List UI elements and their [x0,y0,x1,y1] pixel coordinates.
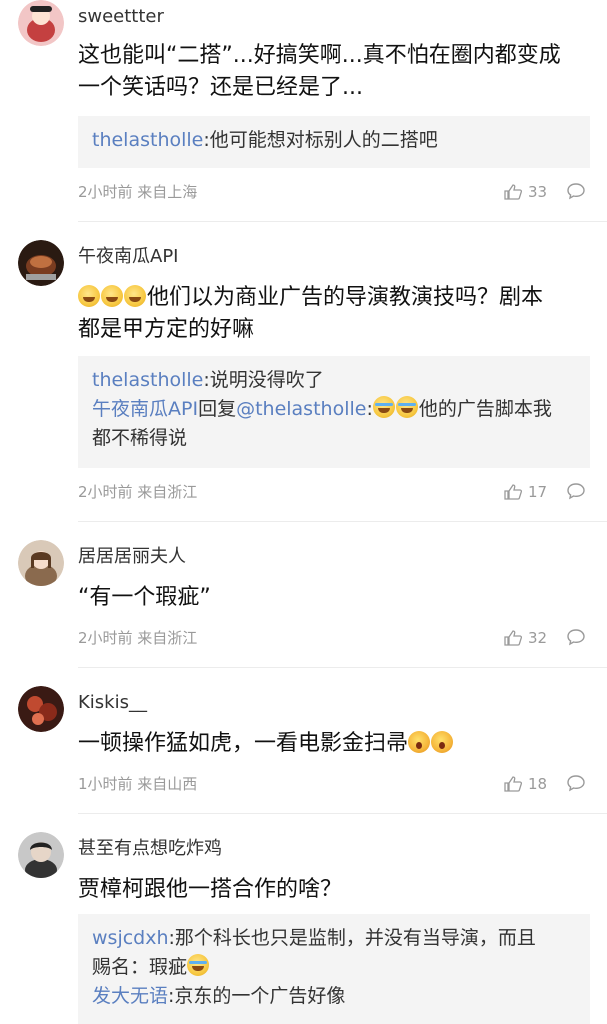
reply-user-link[interactable]: 午夜南瓜API [92,398,198,420]
reply-line: thelastholle:说明没得吹了 [92,366,576,395]
comment-meta: 2小时前 来自浙江 [78,483,198,501]
reply-user-link[interactable]: thelastholle [92,369,203,391]
reply-box[interactable]: thelastholle:他可能想对标别人的二搭吧 [78,116,590,168]
reply-text: :他可能想对标别人的二搭吧 [203,129,438,151]
avatar[interactable] [18,240,64,286]
reply-text: : [366,398,373,420]
like-button[interactable]: 18 [504,774,554,794]
comment-text-line: 贾樟柯跟他一搭合作的啥？ [78,877,343,902]
avatar[interactable] [18,686,64,732]
comment-meta: 2小时前 来自上海 [78,183,198,201]
comment-meta: 1小时前 来自山西 [78,775,198,793]
like-button[interactable]: 17 [504,482,554,502]
comment-item: 居居居丽夫人 “有一个瑕疵” 2小时前 来自浙江 32 [0,522,607,668]
reply-line: 赐名：瑕疵 [92,953,576,982]
reply-text: 赐名：瑕疵 [92,956,188,978]
mention-link[interactable]: @thelastholle [236,398,366,420]
like-button[interactable]: 33 [504,182,554,202]
like-count: 17 [528,483,548,501]
reply-box[interactable]: thelastholle:说明没得吹了 午夜南瓜API回复@thelasthol… [78,356,590,468]
comment-item: sweettter 这也能叫“二搭”...好搞笑啊...真不怕在圈内都变成 一个… [0,0,607,222]
comment-meta: 2小时前 来自浙江 [78,629,198,647]
reply-line: thelastholle:他可能想对标别人的二搭吧 [92,126,576,155]
thumbs-up-icon [504,184,522,200]
comment-text-line: 这也能叫“二搭”...好搞笑啊...真不怕在圈内都变成 [78,43,561,68]
reply-user-link[interactable]: wsjcdxh [92,927,169,949]
comment-text-line: 他们以为商业广告的导演教演技吗？剧本 [78,282,588,314]
username[interactable]: sweettter [78,6,164,28]
comment-item: 午夜南瓜API 他们以为商业广告的导演教演技吗？剧本 都是甲方定的好嘛 thel… [0,222,607,522]
thumbs-up-icon [504,776,522,792]
laugh-cry-emoji [372,396,395,418]
username[interactable]: 甚至有点想吃炸鸡 [78,838,222,860]
comment-reply-icon[interactable] [566,482,586,500]
avatar[interactable] [18,832,64,878]
username[interactable]: Kiskis__ [78,692,147,714]
comment-text: 这也能叫“二搭”...好搞笑啊...真不怕在圈内都变成 一个笑话吗？还是已经是了… [78,40,588,104]
reply-text: :说明没得吹了 [203,369,324,391]
avatar[interactable] [18,540,64,586]
reply-text: 回复 [198,398,237,420]
reply-line: wsjcdxh:那个科长也只是监制，并没有当导演，而且 [92,924,576,953]
laugh-cry-emoji [187,954,210,976]
comment-reply-icon[interactable] [566,774,586,792]
smile-emoji [101,285,123,307]
reply-line: 午夜南瓜API回复@thelastholle: 他的广告脚本我 [92,395,576,424]
like-count: 18 [528,775,548,793]
smile-emoji [78,285,100,307]
comment-text-line: 都是甲方定的好嘛 [78,317,255,342]
laugh-cry-emoji [395,396,418,418]
reply-user-link[interactable]: 发大无语 [92,985,168,1007]
comment-reply-icon[interactable] [566,182,586,200]
scream-emoji [408,731,431,753]
reply-box[interactable]: wsjcdxh:那个科长也只是监制，并没有当导演，而且 赐名：瑕疵 发大无语:京… [78,914,590,1024]
comment-text-line: “有一个瑕疵” [78,585,211,610]
username[interactable]: 居居居丽夫人 [78,546,186,568]
reply-text: :京东的一个广告好像 [168,985,346,1007]
avatar[interactable] [18,0,64,46]
thumbs-up-icon [504,630,522,646]
reply-text: :那个科长也只是监制，并没有当导演，而且 [168,927,536,949]
smile-emoji [124,285,146,307]
reply-text: 他的广告脚本我 [418,398,552,420]
scream-emoji [431,731,454,753]
reply-line: 都不稀得说 [92,427,188,449]
comment-item: 甚至有点想吃炸鸡 贾樟柯跟他一搭合作的啥？ wsjcdxh:那个科长也只是监制，… [0,814,607,1024]
comment-text: 贾樟柯跟他一搭合作的啥？ [78,874,588,906]
comment-reply-icon[interactable] [566,628,586,646]
reply-user-link[interactable]: thelastholle [92,129,203,151]
like-button[interactable]: 32 [504,628,554,648]
like-count: 32 [528,629,548,647]
username[interactable]: 午夜南瓜API [78,246,178,268]
comment-text-line: 一个笑话吗？还是已经是了... [78,75,363,100]
comment-text: 他们以为商业广告的导演教演技吗？剧本 都是甲方定的好嘛 [78,282,588,346]
comment-text-segment: 他们以为商业广告的导演教演技吗？剧本 [147,285,544,310]
thumbs-up-icon [504,484,522,500]
like-count: 33 [528,183,548,201]
comment-text-segment: 一顿操作猛如虎，一看电影金扫帚 [78,731,409,756]
comment-text-line: 一顿操作猛如虎，一看电影金扫帚 [78,728,588,760]
comment-item: Kiskis__ 一顿操作猛如虎，一看电影金扫帚 1小时前 来自山西 18 [0,668,607,814]
reply-line: 发大无语:京东的一个广告好像 [92,982,576,1011]
comment-text: 一顿操作猛如虎，一看电影金扫帚 [78,728,588,760]
comment-text: “有一个瑕疵” [78,582,588,614]
